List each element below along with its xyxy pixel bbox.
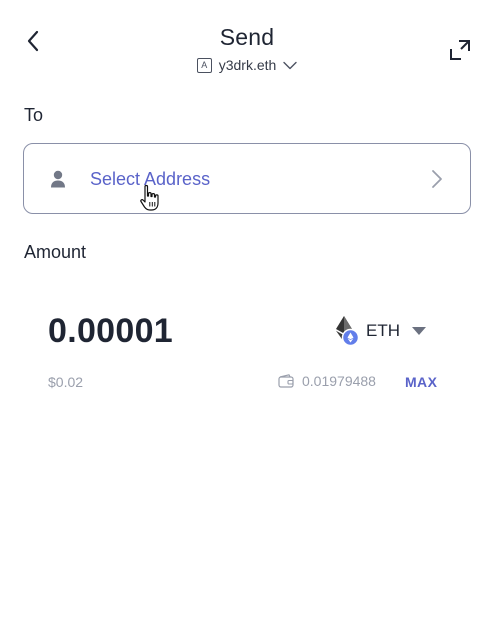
token-balance: 0.01979488 <box>278 373 376 389</box>
amount-input[interactable]: 0.00001 <box>48 312 173 351</box>
amount-label: Amount <box>24 242 87 262</box>
chevron-down-icon <box>283 61 297 69</box>
token-symbol: ETH <box>366 321 400 340</box>
send-header: Send A y3drk.eth <box>0 0 494 90</box>
page-title: Send <box>219 24 275 50</box>
ethereum-icon <box>336 316 360 347</box>
user-icon <box>51 170 65 188</box>
account-badge: A <box>196 57 212 73</box>
token-selector[interactable]: ETH <box>334 314 426 348</box>
caret-down-icon <box>412 327 426 335</box>
select-address-field[interactable]: Select Address <box>23 143 471 214</box>
wallet-icon <box>278 374 294 388</box>
token-icon <box>334 315 360 347</box>
account-switcher[interactable]: A y3drk.eth <box>0 57 494 73</box>
account-name: y3drk.eth <box>218 57 277 73</box>
fiat-value: $0.02 <box>48 374 84 390</box>
balance-value: 0.01979488 <box>302 373 376 389</box>
expand-icon <box>450 40 470 60</box>
max-button[interactable]: MAX <box>405 374 437 390</box>
chevron-right-icon <box>432 170 442 188</box>
select-address-label: Select Address <box>90 169 211 189</box>
expand-button[interactable] <box>448 38 472 62</box>
to-label: To <box>24 105 44 125</box>
